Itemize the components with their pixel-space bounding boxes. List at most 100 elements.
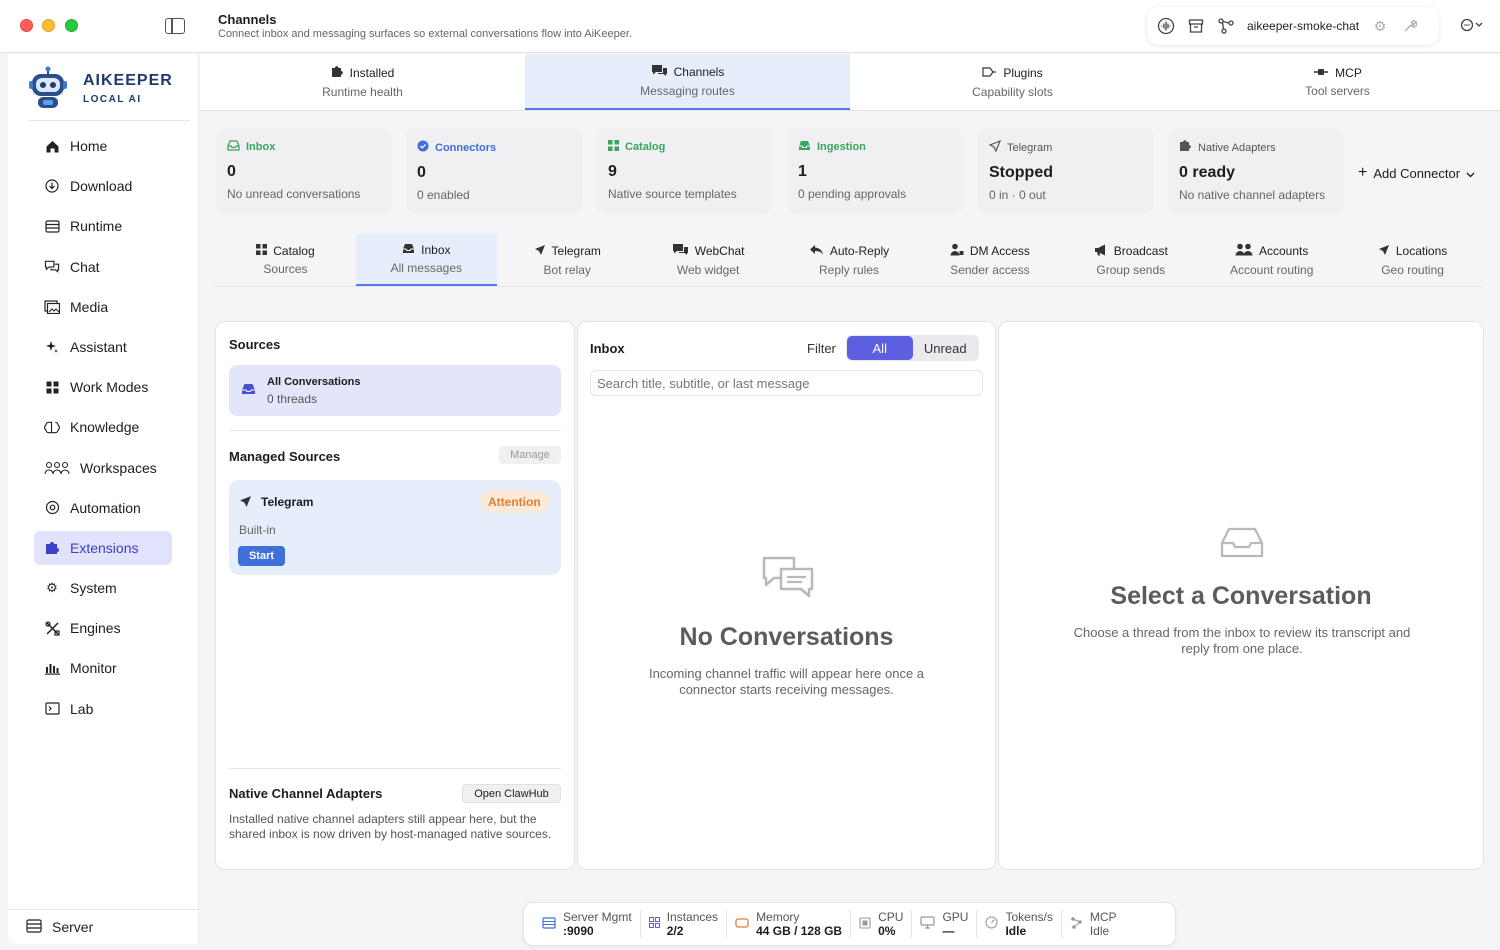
stat-label: Catalog: [625, 141, 666, 153]
sidebar-toggle-icon[interactable]: [165, 18, 185, 34]
stat-card-catalog[interactable]: Catalog 9 Native source templates: [597, 128, 773, 214]
status-value: Idle: [1005, 924, 1027, 938]
status-gpu[interactable]: GPU —: [912, 910, 978, 938]
subtab-accounts[interactable]: Accounts Account routing: [1201, 234, 1342, 286]
stat-card-native-adapters[interactable]: Native Adapters 0 ready No native channe…: [1168, 128, 1344, 214]
sidebar-item-assistant[interactable]: Assistant: [34, 330, 172, 364]
status-mcp[interactable]: MCP Idle: [1062, 910, 1125, 938]
status-tokens[interactable]: Tokens/s Idle: [977, 910, 1062, 938]
connector-icon: [1313, 66, 1329, 80]
status-value: —: [942, 924, 955, 938]
gear-icon: ⚙: [46, 580, 58, 596]
sidebar-item-label: Automation: [70, 499, 141, 516]
filter-all-button[interactable]: All: [847, 336, 913, 360]
server-button[interactable]: Server: [8, 909, 199, 944]
grid-icon: [608, 140, 619, 154]
status-instances[interactable]: Instances 2/2: [641, 910, 728, 938]
source-name: Telegram: [261, 495, 314, 509]
all-conversations-item[interactable]: All Conversations 0 threads: [229, 365, 561, 416]
more-icon[interactable]: [1460, 17, 1484, 36]
subtab-auto-reply[interactable]: Auto-Reply Reply rules: [779, 234, 920, 286]
status-cpu[interactable]: CPU 0%: [851, 910, 913, 938]
start-button[interactable]: Start: [238, 546, 285, 566]
waveform-icon[interactable]: [1157, 17, 1175, 35]
status-server-mgmt[interactable]: Server Mgmt:9090: [534, 910, 641, 938]
source-card-telegram[interactable]: Telegram Attention Built-in Start: [229, 480, 561, 575]
workspace-label[interactable]: aikeeper-smoke-chat: [1247, 19, 1359, 33]
filter-unread-button[interactable]: Unread: [913, 336, 979, 360]
status-label: Instances: [666, 910, 719, 924]
wrench-icon[interactable]: [1401, 17, 1419, 35]
subtab-locations[interactable]: Locations Geo routing: [1342, 234, 1483, 286]
gear-icon[interactable]: ⚙: [1371, 17, 1389, 35]
tools-icon: [44, 620, 60, 636]
sidebar-item-system[interactable]: ⚙ System: [34, 571, 172, 605]
people-icon: [1235, 243, 1253, 259]
tab-plugins[interactable]: Plugins Capability slots: [850, 54, 1175, 110]
title-bar: Channels Connect inbox and messaging sur…: [0, 0, 1500, 53]
sidebar-item-work-modes[interactable]: Work Modes: [34, 370, 172, 404]
detail-empty-title: Select a Conversation: [1110, 582, 1372, 610]
source-type: Built-in: [239, 523, 276, 537]
sidebar-item-workspaces[interactable]: Workspaces: [34, 451, 172, 485]
sidebar-item-runtime[interactable]: Runtime: [34, 209, 172, 243]
subtab-telegram[interactable]: Telegram Bot relay: [497, 234, 638, 286]
search-input[interactable]: [590, 370, 983, 396]
subtab-sublabel: Bot relay: [543, 262, 591, 277]
sidebar-item-lab[interactable]: Lab: [34, 692, 172, 726]
subtab-sublabel: Sources: [263, 262, 308, 276]
app-logo: AIKEEPER LOCAL AI: [26, 66, 186, 114]
sidebar-item-monitor[interactable]: Monitor: [34, 651, 172, 685]
stat-card-ingestion[interactable]: Ingestion 1 0 pending approvals: [787, 128, 963, 214]
status-label: Memory: [756, 910, 800, 924]
stat-card-inbox[interactable]: Inbox 0 No unread conversations: [216, 128, 392, 214]
stat-card-telegram[interactable]: Telegram Stopped 0 in · 0 out: [978, 128, 1154, 214]
manage-button[interactable]: Manage: [499, 446, 561, 464]
stat-value: 0: [227, 163, 236, 180]
subtab-sublabel: Group sends: [1096, 262, 1166, 277]
status-label: CPU: [878, 910, 904, 924]
managed-sources-title: Managed Sources: [229, 449, 341, 464]
sidebar-item-engines[interactable]: Engines: [34, 611, 172, 645]
sidebar-item-extensions[interactable]: Extensions: [34, 530, 172, 565]
check-circle-icon: [417, 140, 429, 155]
tab-installed[interactable]: Installed Runtime health: [200, 54, 525, 110]
tray-icon: [798, 140, 811, 154]
subtab-broadcast[interactable]: Broadcast Group sends: [1060, 234, 1201, 286]
subtab-inbox[interactable]: Inbox All messages: [355, 234, 497, 286]
branch-icon[interactable]: [1217, 17, 1235, 35]
sidebar-item-knowledge[interactable]: Knowledge: [34, 410, 172, 444]
stat-card-connectors[interactable]: Connectors 0 0 enabled: [406, 128, 582, 214]
add-connector-button[interactable]: + Add Connector: [1358, 164, 1475, 182]
inbox-icon: [1220, 527, 1264, 558]
tab-sublabel: Runtime health: [322, 84, 403, 99]
sources-title: Sources: [229, 337, 281, 352]
sidebar-item-media[interactable]: Media: [34, 290, 172, 324]
subtab-webchat[interactable]: WebChat Web widget: [638, 234, 779, 286]
minimize-window-button[interactable]: [42, 19, 55, 32]
tab-sublabel: Messaging routes: [640, 84, 735, 98]
sidebar-item-home[interactable]: Home: [34, 129, 172, 163]
status-value: Idle: [1089, 924, 1110, 938]
tab-mcp[interactable]: MCP Tool servers: [1175, 54, 1500, 110]
sidebar-item-label: Media: [70, 298, 109, 315]
stat-value: 1: [798, 163, 807, 180]
open-clawhub-button[interactable]: Open ClawHub: [462, 784, 561, 803]
people-icon: [44, 460, 70, 476]
empty-state-description: Incoming channel traffic will appear her…: [648, 666, 925, 697]
sidebar-item-chat[interactable]: Chat: [34, 250, 172, 284]
sidebar-item-automation[interactable]: Automation: [34, 491, 172, 525]
subtab-catalog[interactable]: Catalog Sources: [215, 234, 356, 286]
archive-icon[interactable]: [1187, 17, 1205, 35]
zoom-window-button[interactable]: [65, 19, 78, 32]
stat-value: 0: [417, 164, 426, 181]
subtab-dm-access[interactable]: DM Access Sender access: [919, 234, 1060, 286]
top-tabs: Installed Runtime health Channels Messag…: [200, 54, 1500, 111]
status-memory[interactable]: Memory 44 GB / 128 GB: [727, 910, 852, 938]
status-value: 2/2: [666, 924, 684, 938]
tab-channels[interactable]: Channels Messaging routes: [525, 54, 850, 110]
server-icon: [542, 916, 556, 932]
close-window-button[interactable]: [20, 19, 33, 32]
sidebar-item-download[interactable]: Download: [34, 169, 172, 203]
sources-panel: Sources All Conversations 0 threads Mana…: [215, 321, 575, 870]
